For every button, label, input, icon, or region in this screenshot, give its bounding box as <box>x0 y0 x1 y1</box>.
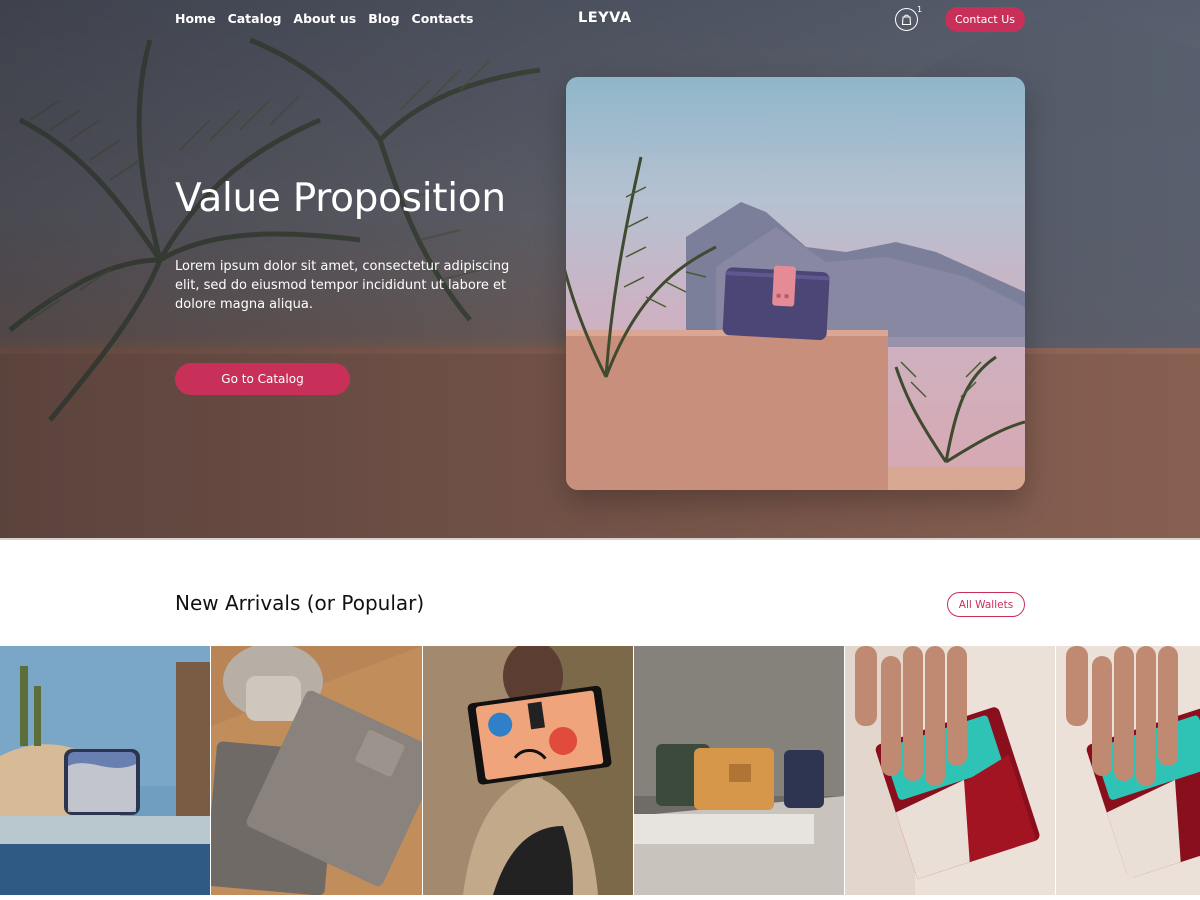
section-title: New Arrivals (or Popular) <box>175 591 425 615</box>
product-image <box>845 646 1055 895</box>
nav-about[interactable]: About us <box>293 11 356 26</box>
product-card[interactable] <box>0 646 210 895</box>
product-card[interactable] <box>845 646 1055 895</box>
hero-divider <box>0 538 1200 540</box>
product-card[interactable] <box>423 646 633 895</box>
nav-catalog[interactable]: Catalog <box>228 11 282 26</box>
product-image <box>634 646 844 895</box>
product-card[interactable] <box>211 646 422 895</box>
product-image <box>1056 646 1200 895</box>
main-nav: Home Catalog About us Blog Contacts <box>175 11 473 26</box>
cart-count-badge: 1 <box>917 5 923 14</box>
all-wallets-button[interactable]: All Wallets <box>947 592 1025 617</box>
shopping-bag-icon <box>901 14 912 26</box>
brand-logo[interactable]: LEYVA <box>578 10 632 26</box>
nav-contacts[interactable]: Contacts <box>412 11 474 26</box>
product-image <box>0 646 210 895</box>
hero-wallet-scene <box>566 156 1025 490</box>
hero-title: Value Proposition <box>175 176 506 221</box>
hero-description: Lorem ipsum dolor sit amet, consectetur … <box>175 259 510 312</box>
product-card[interactable] <box>1056 646 1200 895</box>
contact-us-button[interactable]: Contact Us <box>945 7 1025 32</box>
cart-button[interactable] <box>895 8 918 31</box>
nav-blog[interactable]: Blog <box>368 11 399 26</box>
nav-home[interactable]: Home <box>175 11 216 26</box>
product-image <box>423 646 633 895</box>
go-to-catalog-button[interactable]: Go to Catalog <box>175 363 350 395</box>
product-image <box>211 646 422 895</box>
hero-product-image <box>566 77 1025 490</box>
product-card[interactable] <box>634 646 844 895</box>
